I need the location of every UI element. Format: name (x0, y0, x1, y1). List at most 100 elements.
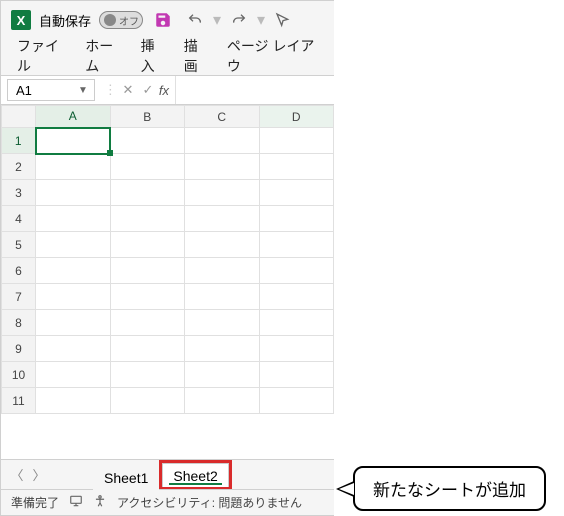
cancel-formula-button[interactable]: ✕ (119, 82, 137, 98)
cell[interactable] (36, 388, 111, 414)
cell[interactable] (36, 206, 111, 232)
row-header[interactable]: 6 (2, 258, 36, 284)
sheet-tab-sheet2[interactable]: Sheet2 (162, 463, 228, 487)
cell[interactable] (259, 180, 334, 206)
cell[interactable] (185, 336, 260, 362)
undo-button[interactable] (183, 8, 207, 32)
cell[interactable] (259, 362, 334, 388)
row-header[interactable]: 9 (2, 336, 36, 362)
cell[interactable] (185, 128, 260, 154)
row-header[interactable]: 3 (2, 180, 36, 206)
formula-buttons: ⋮ ✕ ✓ fx (98, 76, 176, 104)
tab-draw[interactable]: 描画 (182, 34, 211, 78)
row-header[interactable]: 2 (2, 154, 36, 180)
cell[interactable] (110, 154, 185, 180)
accessibility-icon[interactable] (93, 494, 107, 511)
fx-icon[interactable]: fx (159, 83, 169, 98)
cell[interactable] (185, 388, 260, 414)
cell-A1[interactable] (36, 128, 111, 154)
cell[interactable] (185, 154, 260, 180)
formula-bar-row: ▼ ⋮ ✕ ✓ fx (1, 75, 334, 105)
cell[interactable] (36, 180, 111, 206)
redo-button[interactable] (227, 8, 251, 32)
tab-file[interactable]: ファイル (15, 34, 69, 78)
cell[interactable] (259, 154, 334, 180)
cell[interactable] (110, 206, 185, 232)
cell[interactable] (185, 232, 260, 258)
cell[interactable] (36, 336, 111, 362)
name-box[interactable]: ▼ (7, 79, 95, 101)
separator: ▾ (213, 10, 221, 30)
row-header[interactable]: 4 (2, 206, 36, 232)
cell[interactable] (110, 258, 185, 284)
spreadsheet-grid[interactable]: A B C D 1 2 3 4 5 6 7 8 9 10 11 (1, 105, 334, 459)
col-header-D[interactable]: D (259, 106, 334, 128)
cell[interactable] (185, 284, 260, 310)
chevron-down-icon[interactable]: ▼ (78, 85, 88, 96)
row-header[interactable]: 8 (2, 310, 36, 336)
autosave-label: 自動保存 (39, 11, 91, 30)
formula-input[interactable] (176, 76, 365, 104)
cell[interactable] (110, 284, 185, 310)
select-all-corner[interactable] (2, 106, 36, 128)
cursor-select-button[interactable] (271, 8, 295, 32)
annotation-highlight: Sheet2 (159, 460, 231, 490)
autosave-toggle[interactable]: オフ (99, 11, 143, 29)
cell[interactable] (110, 310, 185, 336)
cell[interactable] (185, 258, 260, 284)
cell[interactable] (185, 310, 260, 336)
cell[interactable] (110, 336, 185, 362)
cell[interactable] (185, 206, 260, 232)
enter-formula-button[interactable]: ✓ (139, 82, 157, 98)
cell[interactable] (185, 180, 260, 206)
cell[interactable] (259, 284, 334, 310)
save-button[interactable] (151, 8, 175, 32)
cell[interactable] (259, 388, 334, 414)
row-header[interactable]: 7 (2, 284, 36, 310)
row-header[interactable]: 5 (2, 232, 36, 258)
row-header[interactable]: 11 (2, 388, 36, 414)
separator: ▾ (257, 10, 265, 30)
cell[interactable] (259, 232, 334, 258)
cell[interactable] (259, 206, 334, 232)
col-header-A[interactable]: A (36, 106, 111, 128)
cell[interactable] (110, 362, 185, 388)
status-bar: 準備完了 アクセシビリティ: 問題ありません (1, 489, 334, 515)
cell[interactable] (259, 310, 334, 336)
display-settings-icon[interactable] (69, 494, 83, 511)
cell[interactable] (259, 128, 334, 154)
toggle-knob (104, 14, 116, 26)
tab-home[interactable]: ホーム (83, 34, 124, 78)
col-header-C[interactable]: C (185, 106, 260, 128)
cell[interactable] (36, 284, 111, 310)
tab-page-layout[interactable]: ページ レイアウ (225, 34, 320, 78)
cell[interactable] (110, 232, 185, 258)
row-header[interactable]: 10 (2, 362, 36, 388)
cell[interactable] (110, 180, 185, 206)
cell[interactable] (110, 388, 185, 414)
cell[interactable] (259, 336, 334, 362)
sheet-tab-sheet1[interactable]: Sheet1 (93, 465, 159, 490)
excel-window: X 自動保存 オフ ▾ ▾ ファイル ホーム 挿入 描画 ページ レイアウ ▼ (0, 0, 334, 516)
col-header-B[interactable]: B (110, 106, 185, 128)
cell[interactable] (36, 154, 111, 180)
cell[interactable] (185, 362, 260, 388)
cell[interactable] (36, 362, 111, 388)
autosave-state: オフ (119, 13, 139, 28)
sheet-tabs: Sheet1 Sheet2 (93, 460, 232, 490)
cell[interactable] (36, 258, 111, 284)
tab-insert[interactable]: 挿入 (139, 34, 168, 78)
cell[interactable] (36, 310, 111, 336)
ribbon-tabs: ファイル ホーム 挿入 描画 ページ レイアウ (1, 39, 334, 75)
cell[interactable] (110, 128, 185, 154)
status-ready: 準備完了 (11, 494, 59, 511)
cell[interactable] (259, 258, 334, 284)
sheet-nav-next[interactable]: 〉 (31, 465, 47, 484)
excel-app-icon: X (11, 10, 31, 30)
callout-pointer (336, 481, 354, 497)
row-header[interactable]: 1 (2, 128, 36, 154)
name-box-input[interactable] (14, 82, 74, 99)
cell[interactable] (36, 232, 111, 258)
callout-text: 新たなシートが追加 (353, 466, 546, 511)
sheet-nav-prev[interactable]: 〈 (9, 465, 25, 484)
